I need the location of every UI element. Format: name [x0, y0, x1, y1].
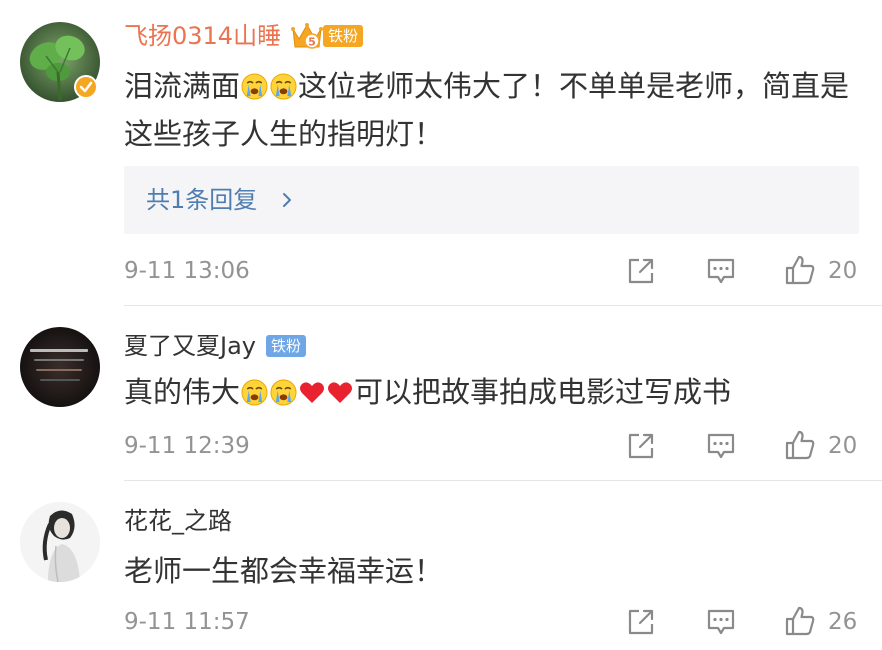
fan-badge: 铁粉 [323, 25, 364, 47]
like-count: 26 [828, 609, 858, 635]
comment-icon[interactable] [705, 430, 737, 462]
username[interactable]: 夏了又夏Jay [124, 329, 256, 363]
avatar[interactable] [20, 502, 100, 582]
comment-text-part: 真的伟大 [124, 375, 241, 409]
username[interactable]: 飞扬0314山睡 [124, 19, 281, 53]
comment-icon[interactable] [705, 606, 737, 638]
timestamp: 9-11 12:39 [124, 433, 250, 459]
timestamp: 9-11 13:06 [124, 258, 250, 284]
username-row: 飞扬0314山睡 5 铁粉 [124, 19, 364, 53]
vip-crown-icon: 5 [291, 23, 324, 49]
vip-level: 5 [308, 36, 316, 49]
comment-text-part: 泪流满面 [124, 69, 241, 103]
comment-text: 老师一生都会幸福幸运！ [124, 554, 444, 588]
heart-emoji-icon [328, 382, 353, 403]
crying-emoji-icon [270, 73, 297, 100]
heart-emoji-icon [300, 382, 325, 403]
comment-icon[interactable] [705, 255, 737, 287]
like-count: 20 [828, 258, 858, 284]
comment-text-part: 可以把故事拍成电影过写成书 [354, 375, 732, 409]
reply-thread-button[interactable]: 共1条回复 [124, 166, 859, 234]
comment-text: 真的伟大 可以把故事拍成电影过写成书 [124, 368, 854, 416]
reply-count-label: 共1条回复 [146, 186, 258, 214]
thumbs-up-icon[interactable] [784, 429, 816, 461]
comment-item: 花花_之路 老师一生都会幸福幸运！ 9-11 11:57 26 [0, 481, 882, 650]
avatar-image [20, 327, 100, 407]
username-row: 夏了又夏Jay 铁粉 [124, 329, 307, 363]
avatar[interactable] [20, 327, 100, 407]
comment-item: 夏了又夏Jay 铁粉 真的伟大 可以把故事拍成电影过写成书 9-11 12:39 … [0, 306, 882, 481]
timestamp: 9-11 11:57 [124, 609, 250, 635]
crying-emoji-icon [241, 73, 268, 100]
comment-item: 飞扬0314山睡 5 铁粉 泪流满面 这位老师太伟大了！不单单是老师，简直是这些孩… [0, 0, 882, 306]
share-icon[interactable] [625, 430, 657, 462]
verified-badge-icon [74, 75, 98, 99]
comment-text: 泪流满面 这位老师太伟大了！不单单是老师，简直是这些孩子人生的指明灯！ [124, 62, 854, 158]
crying-emoji-icon [241, 379, 268, 406]
username[interactable]: 花花_之路 [124, 504, 232, 538]
fan-badge: 铁粉 [266, 335, 307, 357]
share-icon[interactable] [625, 606, 657, 638]
username-row: 花花_之路 [124, 504, 232, 538]
thumbs-up-icon[interactable] [784, 605, 816, 637]
avatar-image [20, 502, 100, 582]
crying-emoji-icon [270, 379, 297, 406]
chevron-right-icon [283, 193, 291, 207]
share-icon[interactable] [625, 255, 657, 287]
like-count: 20 [828, 433, 858, 459]
thumbs-up-icon[interactable] [784, 254, 816, 286]
